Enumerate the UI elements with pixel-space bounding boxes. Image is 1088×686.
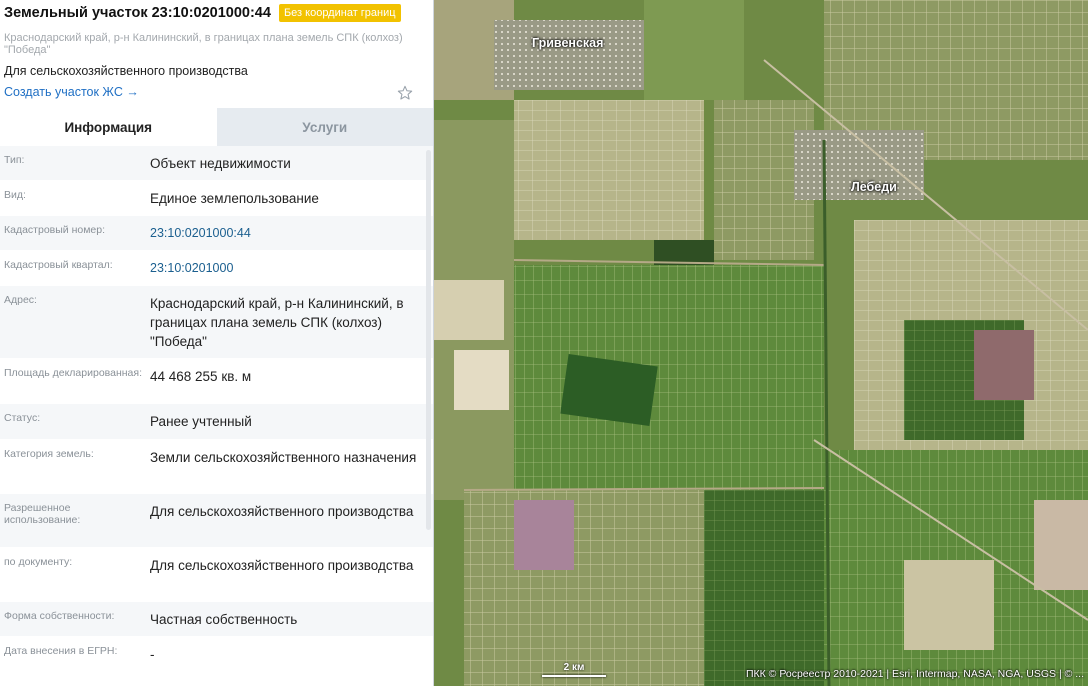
cadastral-quarter-link[interactable]: 23:10:0201000: [146, 251, 433, 285]
row-label: Форма собственности:: [4, 610, 115, 622]
row-value: Единое землепользование: [150, 191, 319, 206]
info-row-land-category: Категория земель: Земли сельскохозяйстве…: [0, 440, 433, 494]
info-row-status: Статус: Ранее учтенный: [0, 404, 433, 440]
tab-services[interactable]: Услуги: [216, 108, 433, 146]
tab-bar: Информация Услуги: [0, 108, 433, 146]
row-label: Тип:: [4, 154, 25, 166]
row-label: Адрес:: [4, 294, 37, 306]
satellite-imagery: [434, 0, 1088, 686]
info-row-permitted-use: Разрешенное использование: Для сельскохо…: [0, 494, 433, 548]
row-value: Для сельскохозяйственного производства: [150, 558, 414, 573]
parcel-title: Земельный участок 23:10:0201000:44: [4, 5, 271, 21]
map-label-grivenskaya: Гривенская: [532, 36, 604, 50]
row-label: Кадастровый номер:: [4, 224, 106, 236]
create-parcel-link[interactable]: Создать участок ЖС →: [4, 85, 139, 99]
row-label: Категория земель:: [4, 448, 94, 460]
info-panel: Земельный участок 23:10:0201000:44 Без к…: [0, 0, 434, 686]
purpose-text: Для сельскохозяйственного производства: [4, 64, 248, 78]
info-row-kind: Вид: Единое землепользование: [0, 181, 433, 216]
info-row-type: Тип: Объект недвижимости: [0, 146, 433, 181]
info-row-area: Площадь декларированная: 44 468 255 кв. …: [0, 359, 433, 404]
row-label: Площадь декларированная:: [4, 367, 142, 379]
cadastral-number-link[interactable]: 23:10:0201000:44: [146, 216, 433, 250]
row-value: Земли сельскохозяйственного назначения: [150, 450, 417, 465]
map-label-lebedi: Лебеди: [851, 180, 897, 194]
row-value: Частная собственность: [150, 612, 298, 627]
info-row-cadastral-number: Кадастровый номер: 23:10:0201000:44: [0, 216, 433, 251]
row-label: по документу:: [4, 556, 73, 568]
address-subtitle: Краснодарский край, р-н Калининский, в г…: [4, 32, 403, 56]
info-table: Тип: Объект недвижимости Вид: Единое зем…: [0, 146, 433, 672]
info-row-address: Адрес: Краснодарский край, р-н Калининск…: [0, 286, 433, 359]
status-badge: Без координат границ: [278, 4, 401, 22]
row-label: Вид:: [4, 189, 26, 201]
favorite-star-icon[interactable]: [397, 85, 413, 101]
row-value: Ранее учтенный: [150, 414, 252, 429]
info-row-cadastral-quarter: Кадастровый квартал: 23:10:0201000: [0, 251, 433, 286]
scale-line: [542, 675, 606, 677]
panel-scrollbar[interactable]: [426, 150, 431, 530]
info-row-by-document: по документу: Для сельскохозяйственного …: [0, 548, 433, 602]
row-label: Дата внесения в ЕГРН:: [4, 645, 118, 657]
row-value: Краснодарский край, р-н Калининский, в г…: [150, 296, 404, 349]
row-value: -: [150, 647, 155, 662]
row-label: Статус:: [4, 412, 41, 424]
map-attribution: ПКК © Росреестр 2010-2021 | Esri, Interm…: [745, 668, 1084, 680]
scale-label: 2 км: [563, 662, 585, 673]
row-value: Для сельскохозяйственного производства: [150, 504, 414, 519]
row-value: 44 468 255 кв. м: [150, 369, 252, 384]
info-row-egrn-date: Дата внесения в ЕГРН: -: [0, 637, 433, 672]
row-value: Объект недвижимости: [150, 156, 291, 171]
row-label: Разрешенное использование:: [4, 502, 81, 526]
info-row-ownership: Форма собственности: Частная собственнос…: [0, 602, 433, 637]
row-label: Кадастровый квартал:: [4, 259, 113, 271]
tab-information[interactable]: Информация: [0, 108, 217, 146]
satellite-map[interactable]: Гривенская Лебеди 2 км ПКК © Росреестр 2…: [434, 0, 1088, 686]
map-scale: 2 км: [542, 662, 606, 677]
panel-header: Земельный участок 23:10:0201000:44 Без к…: [0, 0, 433, 108]
